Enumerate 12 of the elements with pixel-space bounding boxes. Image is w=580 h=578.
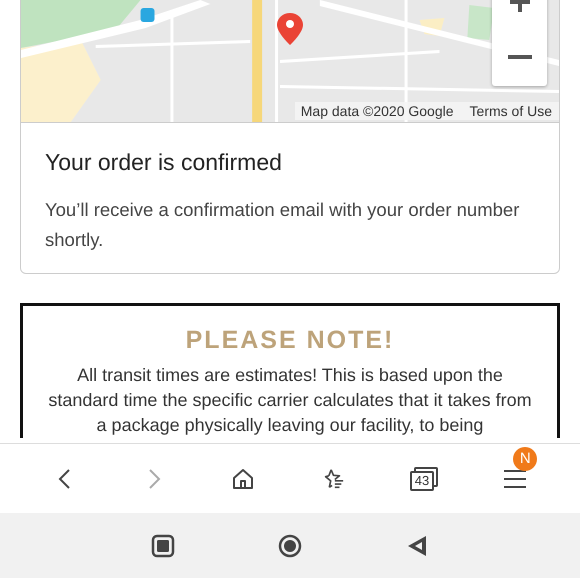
map-attribution: Map data ©2020 Google — [300, 103, 454, 119]
home-icon[interactable] — [231, 466, 256, 490]
confirmation-message: You’ll receive a confirmation email with your order number shortly. — [45, 198, 520, 252]
terms-link[interactable]: Terms of Use — [470, 103, 552, 119]
note-title: PLEASE NOTE! — [184, 326, 396, 355]
location-pin-icon — [276, 12, 304, 46]
recent-apps-icon[interactable] — [151, 534, 176, 558]
home-circle-icon[interactable] — [278, 534, 302, 558]
note-text: All transit times are estimates! This is based upon the standard time the specific carrier calculates that it takes from a package physically leaving our facility, to being — [47, 364, 533, 437]
confirmation-title: Your order is confirmed — [45, 149, 283, 176]
notification-badge: N — [513, 446, 538, 470]
zoom-out-icon[interactable] — [508, 54, 532, 60]
